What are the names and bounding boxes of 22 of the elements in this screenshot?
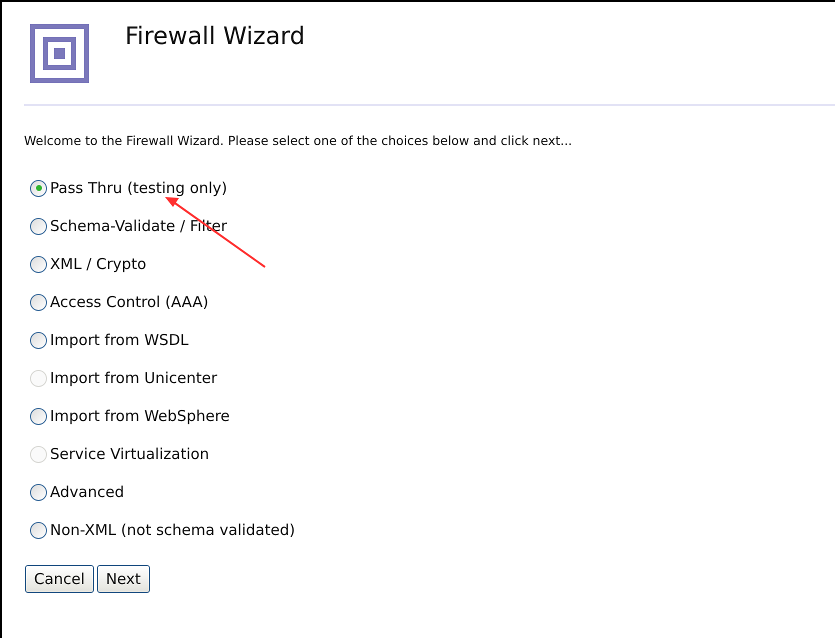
choice-label: Access Control (AAA)	[50, 292, 208, 313]
wizard-button[interactable]: Cancel	[25, 564, 94, 593]
choice-label: XML / Crypto	[50, 254, 146, 275]
radio-button[interactable]	[30, 294, 47, 311]
choice-label: Non-XML (not schema validated)	[50, 520, 296, 541]
radio-button[interactable]	[30, 484, 47, 501]
radio-button[interactable]	[30, 522, 47, 539]
radio-button[interactable]	[30, 218, 47, 235]
wizard-title: Firewall Wizard	[125, 21, 305, 52]
radio-button[interactable]	[30, 332, 47, 349]
choice-label: Pass Thru (testing only)	[50, 178, 228, 199]
choice-label: Advanced	[50, 482, 124, 503]
wizard-logo-icon	[30, 24, 89, 82]
choice-label: Import from Unicenter	[50, 368, 218, 389]
choice-label: Service Virtualization	[50, 444, 210, 465]
wizard-button[interactable]: Next	[96, 564, 150, 593]
radio-button[interactable]	[30, 256, 47, 273]
radio-button[interactable]	[30, 180, 47, 197]
radio-button[interactable]	[30, 408, 47, 425]
intro-text: Welcome to the Firewall Wizard. Please select one of the choices below and click next...	[24, 132, 574, 150]
choice-label: Import from WSDL	[50, 330, 188, 351]
choice-label: Import from WebSphere	[50, 406, 230, 427]
